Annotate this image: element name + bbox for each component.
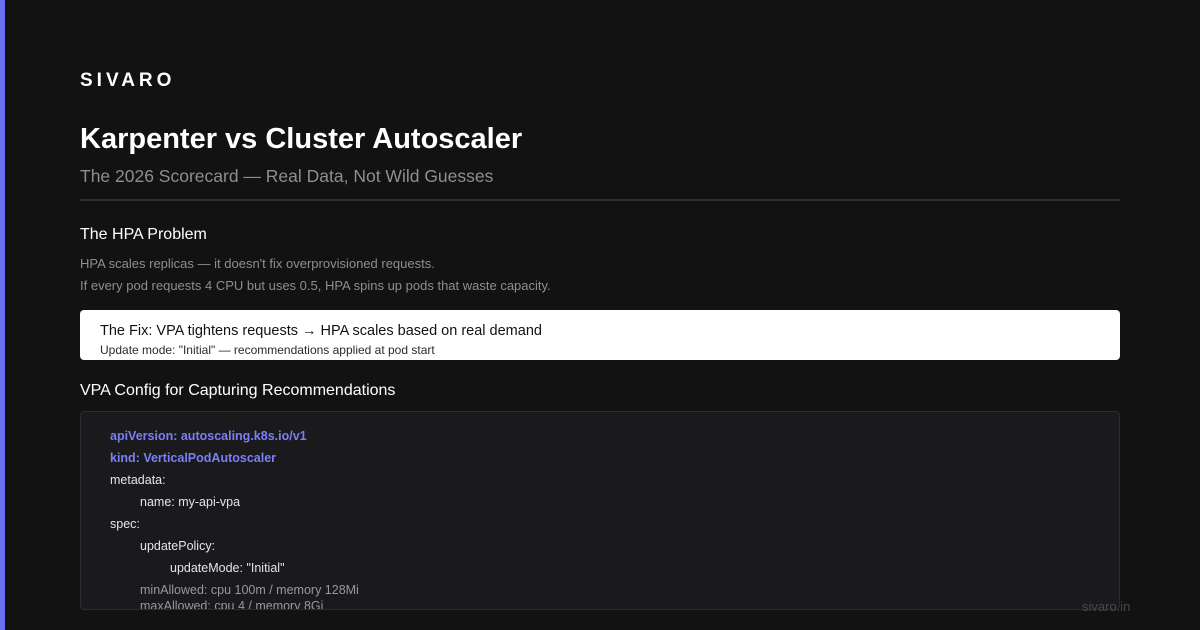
code-line: name: my-api-vpa xyxy=(140,495,241,509)
problem-line: If every pod requests 4 CPU but uses 0.5… xyxy=(80,278,551,293)
fix-subtitle: Update mode: "Initial" — recommendations… xyxy=(100,343,435,357)
code-block: apiVersion: autoscaling.k8s.io/v1 kind: … xyxy=(80,411,1120,610)
code-line: updatePolicy: xyxy=(140,539,216,553)
code-line: maxAllowed: cpu 4 / memory 8Gi xyxy=(140,599,324,610)
footer-url: sivaro.in xyxy=(1082,599,1131,614)
brand-logo: SIVARO xyxy=(80,70,176,91)
config-heading: VPA Config for Capturing Recommendations xyxy=(80,382,396,399)
page-title: Karpenter vs Cluster Autoscaler xyxy=(80,123,523,155)
code-line: kind: VerticalPodAutoscaler xyxy=(110,451,277,465)
code-line: metadata: xyxy=(110,473,166,487)
header-divider xyxy=(80,199,1120,201)
code-line: updateMode: "Initial" xyxy=(170,561,285,575)
code-line: spec: xyxy=(110,517,140,531)
problem-line: HPA scales replicas — it doesn't fix ove… xyxy=(80,256,435,271)
code-line: apiVersion: autoscaling.k8s.io/v1 xyxy=(110,429,307,443)
fix-title: The Fix: VPA tightens requests → HPA sca… xyxy=(100,323,542,339)
problem-heading: The HPA Problem xyxy=(80,226,207,243)
code-line: minAllowed: cpu 100m / memory 128Mi xyxy=(140,583,359,597)
fix-callout: The Fix: VPA tightens requests → HPA sca… xyxy=(80,310,1120,360)
page-subtitle: The 2026 Scorecard — Real Data, Not Wild… xyxy=(80,166,494,186)
accent-bar xyxy=(0,0,5,630)
